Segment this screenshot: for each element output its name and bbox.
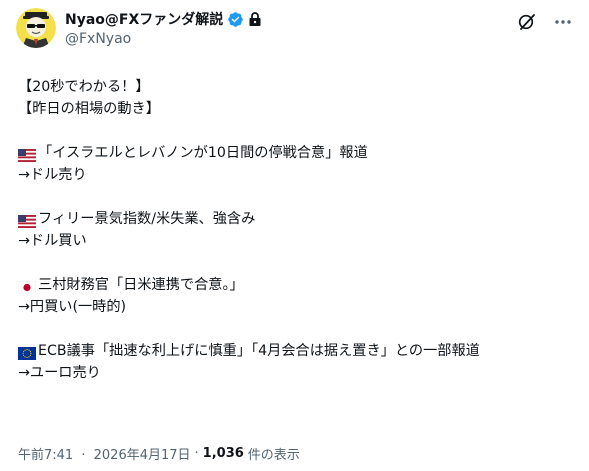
news-item-text: 三村財務官「日米連携で合意。」: [38, 277, 244, 293]
lock-icon: [248, 11, 262, 27]
us-flag-icon: [18, 147, 36, 162]
eu-flag-icon: [18, 345, 36, 360]
name-row: Nyao@FXファンダ解説: [65, 9, 262, 29]
news-item-result: →円買い(一時的): [18, 299, 127, 315]
header-actions: [515, 10, 575, 34]
news-item-text: フィリー景気指数/米失業、強含み: [38, 211, 256, 227]
tweet-meta: 午前7:41 · 2026年4月17日 · 1,036 件の表示: [18, 444, 300, 463]
author-info: Nyao@FXファンダ解説 @FxNyao: [65, 9, 262, 49]
news-item-text: 「イスラエルとレバノンが10日間の停戦合意」報道: [38, 145, 368, 161]
views-count: 1,036: [202, 446, 244, 461]
meta-separator: ·: [194, 446, 199, 461]
user-handle[interactable]: @FxNyao: [65, 30, 262, 49]
grok-icon[interactable]: [515, 10, 539, 34]
tweet-header: Nyao@FXファンダ解説 @FxNyao: [16, 8, 575, 52]
tweet-title-line: 【昨日の相場の動き】: [18, 101, 160, 117]
news-item-result: →ユーロ売り: [18, 365, 101, 381]
tweet-text: 【20秒でわかる！】 【昨日の相場の動き】 「イスラエルとレバノンが10日間の停…: [17, 76, 578, 384]
meta-separator: ·: [81, 448, 86, 463]
news-item: 「イスラエルとレバノンが10日間の停戦合意」報道: [18, 142, 578, 164]
news-item-text: ECB議事「拙速な利上げに慎重」「4月会合は据え置き」との一部報道: [38, 343, 480, 359]
verified-badge-icon: [227, 11, 244, 28]
tweet-title-line: 【20秒でわかる！】: [18, 79, 150, 95]
news-item: ECB議事「拙速な利上げに慎重」「4月会合は据え置き」との一部報道: [18, 340, 578, 362]
us-flag-icon: [18, 213, 36, 228]
tweet-date: 2026年4月17日: [93, 448, 191, 463]
news-item: フィリー景気指数/米失業、強含み: [18, 208, 578, 230]
avatar[interactable]: [16, 8, 56, 48]
news-item: 三村財務官「日米連携で合意。」: [17, 274, 578, 296]
more-icon[interactable]: [551, 10, 575, 34]
tweet-timestamp[interactable]: 午前7:41 · 2026年4月17日: [18, 444, 191, 463]
tweet-time: 午前7:41: [18, 448, 74, 463]
news-item-result: →ドル買い: [18, 233, 87, 249]
news-item-result: →ドル売り: [18, 167, 87, 183]
jp-flag-icon: [17, 279, 37, 294]
display-name[interactable]: Nyao@FXファンダ解説: [65, 9, 223, 29]
views-label: 件の表示: [247, 448, 300, 463]
